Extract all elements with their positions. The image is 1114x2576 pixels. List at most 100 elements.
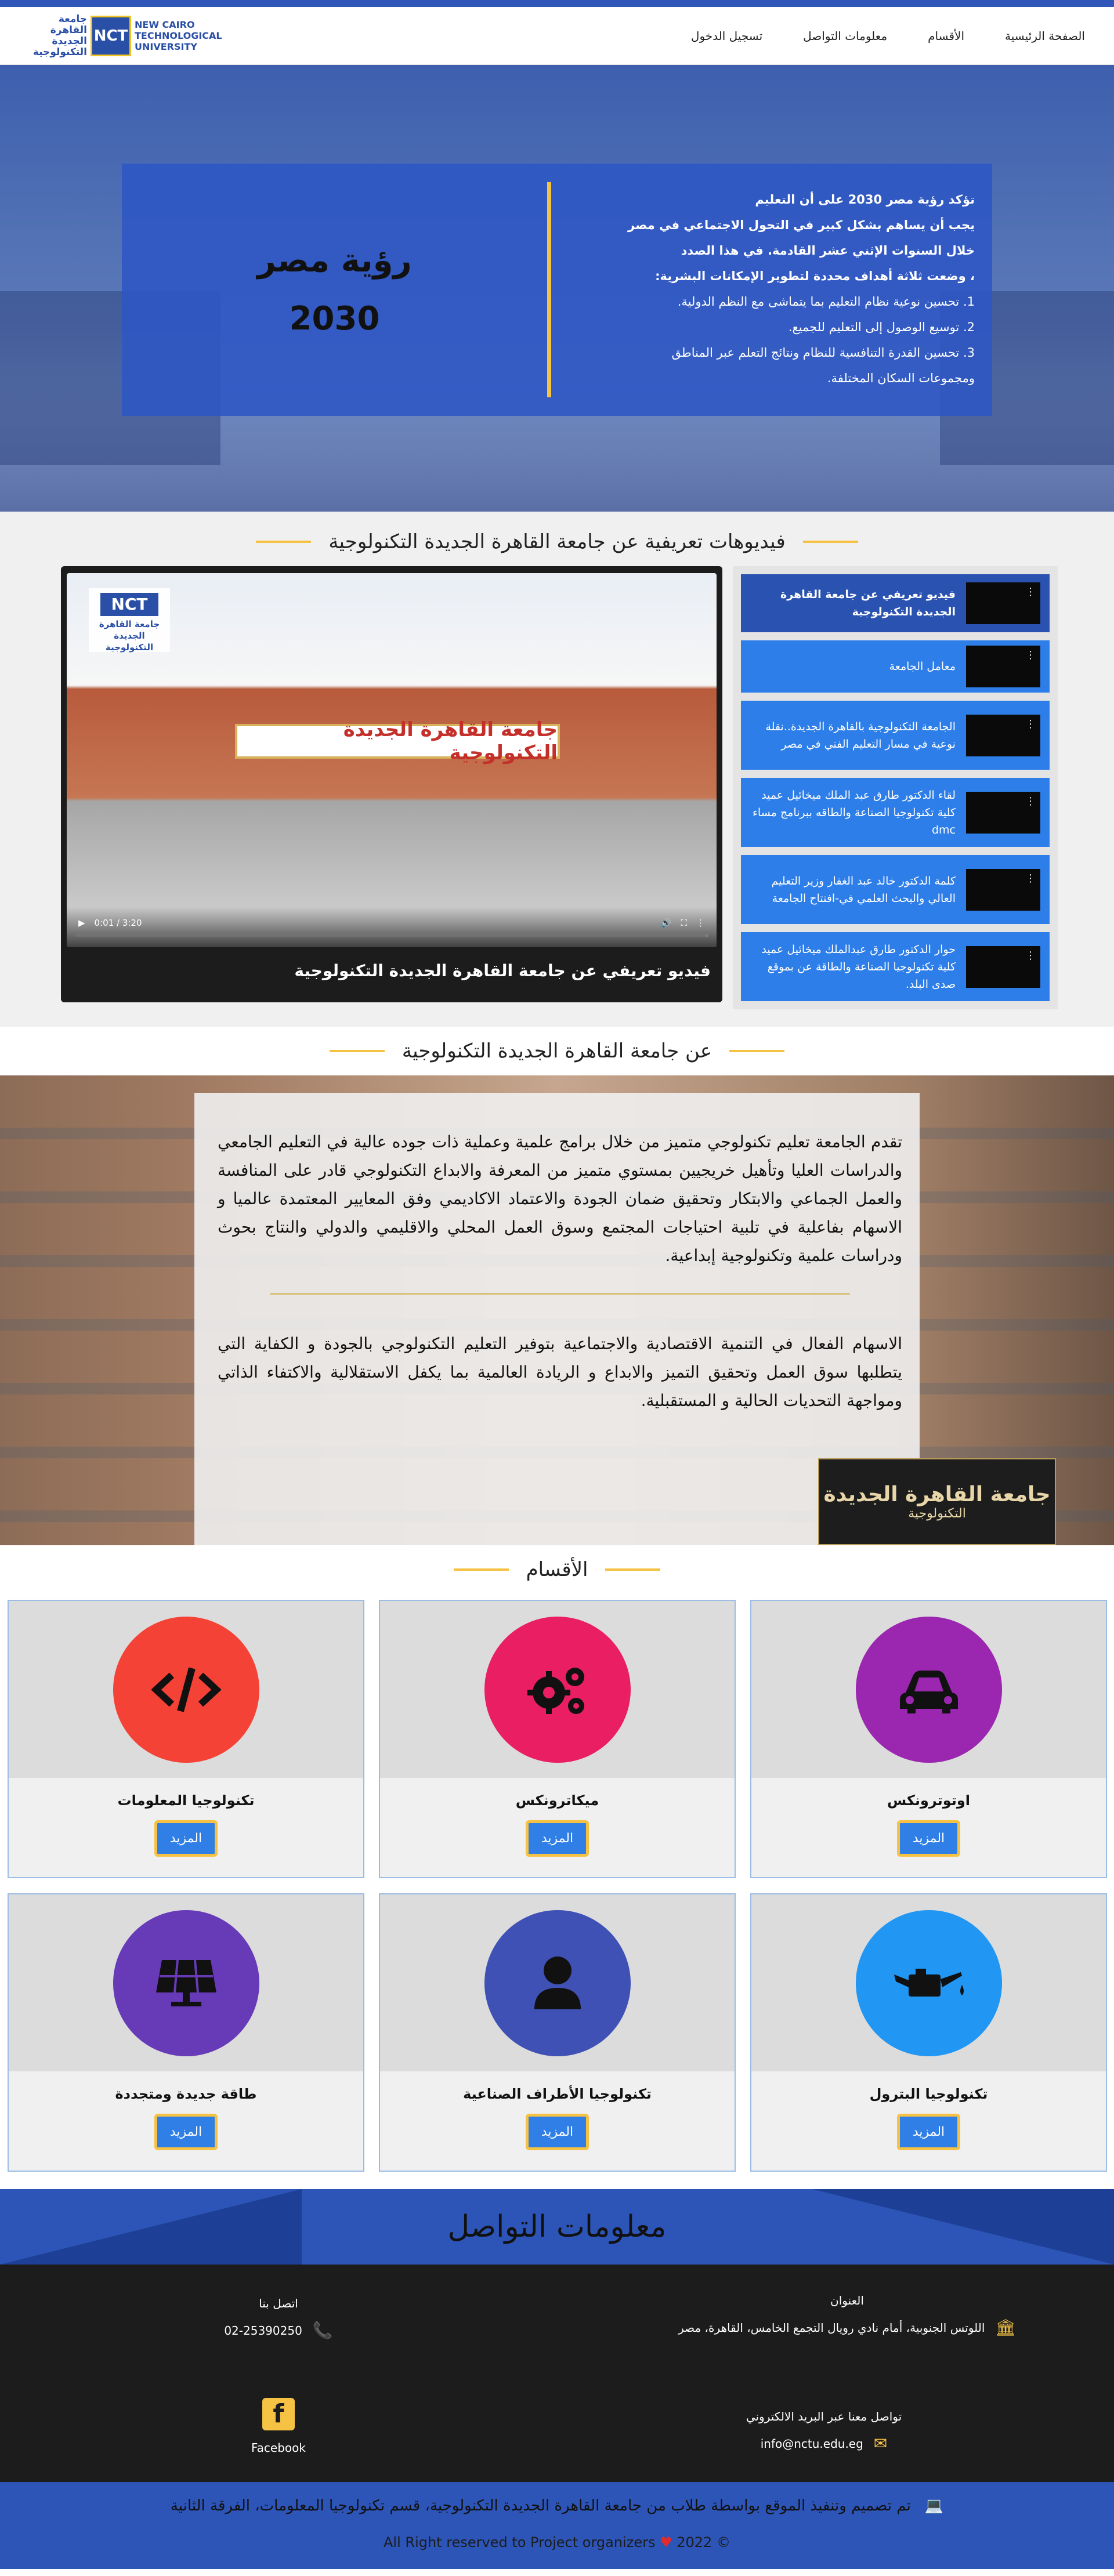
university-building-icon: 🏛: [995, 2318, 1016, 2337]
vision-title-year: 2030: [289, 299, 380, 338]
departments-section: الأقسام اوتوترونكس المزيد ميكاترونكس الم…: [0, 1545, 1114, 2189]
logo-ar-line3: التكنولوجية: [32, 46, 87, 58]
dept-more-button[interactable]: المزيد: [525, 1820, 589, 1857]
logo-mark: NCT: [91, 15, 131, 56]
nav-contact[interactable]: معلومات التواصل: [803, 29, 887, 43]
about-separator: [270, 1293, 850, 1295]
dept-more-button[interactable]: المزيد: [154, 1820, 218, 1857]
playlist-item[interactable]: الجامعة التكنولوجية بالقاهرة الجديدة..نق…: [741, 701, 1050, 770]
logo-en-line1: NEW CAIRO: [135, 19, 195, 30]
video-thumbnail[interactable]: [966, 945, 1040, 988]
user-icon: [484, 1910, 631, 2056]
video-playlist: فيديو تعريفي عن جامعة القاهرة الجديدة ال…: [733, 566, 1058, 1009]
footer-credit: 💻 تم تصميم وتنفيذ الموقع بواسطة طلاب من …: [0, 2482, 1114, 2515]
playlist-item[interactable]: كلمة الدكتور خالد عبد الغفار وزير التعلي…: [741, 855, 1050, 924]
play-icon[interactable]: ▶: [78, 918, 85, 928]
about-vision-text: الاسهام الفعال في التنمية الاقتصادية وال…: [218, 1334, 902, 1410]
vision-line: ، وضعت ثلاثة أهداف محددة لتطوير الإمكانا…: [655, 269, 975, 283]
rights-text: All Right reserved to Project organizers: [384, 2534, 656, 2550]
email-label: تواصل معنا عبر البريد الالكتروني: [746, 2410, 902, 2423]
playlist-item[interactable]: معامل الجامعة: [741, 640, 1050, 693]
address-label: العنوان: [830, 2294, 864, 2307]
dept-name: اوتوترونكس: [887, 1792, 970, 1809]
nav-departments[interactable]: الأقسام: [928, 29, 964, 43]
playlist-item-title: حوار الدكتور طارق عبدالملك ميخائيل عميد …: [761, 943, 956, 991]
logo-en-line3: UNIVERSITY: [135, 41, 197, 52]
nav-home[interactable]: الصفحة الرئيسية: [1005, 29, 1085, 43]
rights-year: 2022 ©: [677, 2534, 730, 2550]
heart-icon: ♥: [660, 2534, 672, 2550]
more-options-icon[interactable]: ⋮: [696, 918, 705, 928]
playlist-item-title: فيديو تعريفي عن جامعة القاهرة الجديدة ال…: [780, 588, 956, 618]
code-icon: [113, 1616, 259, 1763]
dept-card-it: تكنولوجيا المعلومات المزيد: [8, 1600, 364, 1878]
about-background: تقدم الجامعة تعليم تكنولوجي متميز من خلا…: [0, 1075, 1114, 1545]
video-controls: ▶ 0:01 / 3:20 🔊 ⛶ ⋮: [67, 907, 717, 947]
video-screen[interactable]: NCT جامعة القاهرة الجديدة التكنولوجية جا…: [67, 573, 717, 947]
vision-title: رؤية مصر 2030: [122, 164, 547, 416]
vision-goal: 2. توسيع الوصول إلى التعليم للجميع.: [788, 320, 975, 334]
playlist-item[interactable]: حوار الدكتور طارق عبدالملك ميخائيل عميد …: [741, 932, 1050, 1001]
departments-grid: اوتوترونكس المزيد ميكاترونكس المزيد تكنو…: [0, 1594, 1114, 2189]
video-thumbnail[interactable]: [966, 714, 1040, 756]
address-text: اللوتس الجنوبية، أمام نادي رويال التجمع …: [678, 2320, 985, 2335]
badge-line2: التكنولوجية: [908, 1506, 966, 1521]
playlist-item-title: لقاء الدكتور طارق عبد الملك ميخائيل عميد…: [752, 788, 956, 836]
dept-more-button[interactable]: المزيد: [896, 1820, 961, 1857]
about-section: عن جامعة القاهرة الجديدة التكنولوجية تقد…: [0, 1027, 1114, 1545]
dept-more-button[interactable]: المزيد: [154, 2114, 218, 2150]
vision-title-line1: رؤية مصر: [257, 241, 412, 280]
overlay-logo-mark: NCT: [100, 593, 158, 616]
title-decor-line: [729, 1050, 785, 1052]
vision-divider: [547, 182, 551, 397]
about-section-header: عن جامعة القاهرة الجديدة التكنولوجية: [0, 1027, 1114, 1075]
overlay-logo-text: جامعة القاهرة الجديدة التكنولوجية: [99, 619, 160, 653]
phone-number[interactable]: 02-25390250: [224, 2324, 302, 2338]
playlist-item[interactable]: لقاء الدكتور طارق عبد الملك ميخائيل عميد…: [741, 778, 1050, 847]
title-decor-line: [329, 1050, 385, 1052]
university-logo[interactable]: جامعة القاهرة الجديدة التكنولوجية NCT NE…: [23, 13, 222, 58]
dept-name: ميكاترونكس: [515, 1792, 599, 1809]
departments-section-header: الأقسام: [0, 1545, 1114, 1594]
laptop-icon: 💻: [924, 2497, 944, 2515]
video-area: فيديو تعريفي عن جامعة القاهرة الجديدة ال…: [0, 566, 1114, 1009]
video-player: NCT جامعة القاهرة الجديدة التكنولوجية جا…: [61, 566, 722, 1002]
about-card: تقدم الجامعة تعليم تكنولوجي متميز من خلا…: [194, 1093, 920, 1545]
logo-ar-line2: القاهرة الجديدة: [50, 24, 87, 47]
car-icon: [855, 1616, 1002, 1763]
dept-more-button[interactable]: المزيد: [525, 2114, 589, 2150]
vision-line: يجب أن يساهم بشكل كبير في التحول الاجتما…: [628, 218, 975, 232]
nav-links: تسجيل الدخول معلومات التواصل الأقسام الص…: [691, 29, 1085, 43]
dept-card-autotronics: اوتوترونكس المزيد: [750, 1600, 1107, 1878]
playlist-item-title: كلمة الدكتور خالد عبد الغفار وزير التعلي…: [771, 874, 956, 905]
video-thumbnail[interactable]: [966, 868, 1040, 911]
dept-more-button[interactable]: المزيد: [896, 2114, 961, 2150]
video-thumbnail[interactable]: [966, 582, 1040, 624]
footer: 💻 تم تصميم وتنفيذ الموقع بواسطة طلاب من …: [0, 2482, 1114, 2569]
university-name-badge: جامعة القاهرة الجديدة التكنولوجية: [818, 1458, 1056, 1545]
email-address[interactable]: info@nctu.edu.eg: [761, 2437, 863, 2451]
dept-name: تكنولوجيا الأطراف الصناعية: [463, 2086, 652, 2102]
video-caption: فيديو تعريفي عن جامعة القاهرة الجديدة ال…: [294, 961, 711, 980]
contact-email-block: تواصل معنا عبر البريد الالكتروني info@nc…: [696, 2410, 952, 2453]
vision-card: تؤكد رؤية مصر 2030 على أن التعليم يجب أن…: [122, 164, 992, 416]
logo-arabic-text: جامعة القاهرة الجديدة التكنولوجية: [23, 13, 87, 58]
title-decor-line: [802, 541, 858, 543]
video-thumbnail[interactable]: [966, 791, 1040, 834]
contact-facebook-block[interactable]: f Facebook: [220, 2398, 337, 2455]
volume-icon[interactable]: 🔊: [661, 918, 672, 928]
facebook-label[interactable]: Facebook: [220, 2441, 337, 2455]
playlist-item-title: الجامعة التكنولوجية بالقاهرة الجديدة..نق…: [765, 720, 956, 751]
footer-rights: All Right reserved to Project organizers…: [0, 2515, 1114, 2550]
fullscreen-icon[interactable]: ⛶: [681, 918, 687, 928]
nav-login[interactable]: تسجيل الدخول: [691, 29, 762, 43]
video-logo-overlay: NCT جامعة القاهرة الجديدة التكنولوجية: [89, 588, 170, 653]
vision-goal: 3. تحسين القدرة التنافسية للنظام ونتائج …: [671, 346, 975, 360]
contact-title: معلومات التواصل: [447, 2209, 667, 2244]
facebook-icon[interactable]: f: [262, 2398, 295, 2430]
playlist-item-active[interactable]: فيديو تعريفي عن جامعة القاهرة الجديدة ال…: [741, 574, 1050, 632]
dept-name: تكنولوجيا المعلومات: [117, 1792, 255, 1809]
video-thumbnail[interactable]: [966, 646, 1040, 687]
videos-section-header: فيديوهات تعريفية عن جامعة القاهرة الجديد…: [0, 517, 1114, 566]
contact-address-block: العنوان 🏛 اللوتس الجنوبية، أمام نادي روي…: [627, 2294, 1068, 2337]
